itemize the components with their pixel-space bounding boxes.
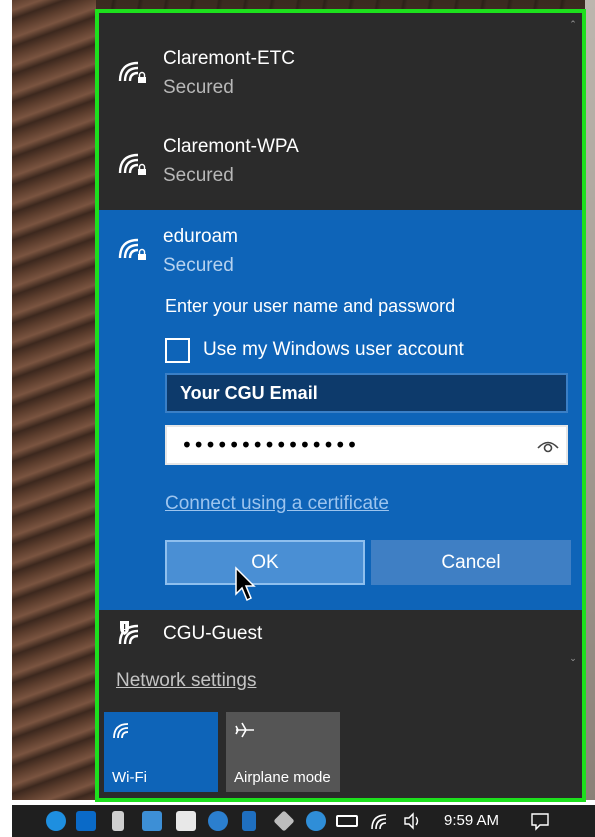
desktop-background-pier	[12, 0, 96, 800]
use-windows-account-row[interactable]: Use my Windows user account	[165, 337, 464, 363]
diamond-icon[interactable]	[273, 810, 295, 832]
wifi-shield-icon	[118, 621, 139, 645]
network-item-eduroam[interactable]: eduroam Secured Enter your user name and…	[99, 210, 582, 610]
arrow-icon[interactable]	[316, 815, 326, 827]
network-name: eduroam	[163, 226, 238, 247]
network-name: Claremont-WPA	[163, 136, 299, 157]
wifi-toggle-tile[interactable]: Wi-Fi	[104, 712, 218, 792]
mouse-cursor-icon	[235, 566, 256, 602]
network-name: Claremont-ETC	[163, 48, 295, 69]
notification-icon[interactable]	[530, 811, 550, 831]
scroll-up-icon[interactable]: ⌃	[568, 19, 578, 29]
reveal-password-icon[interactable]	[536, 435, 560, 455]
bluetooth-icon[interactable]	[242, 811, 256, 831]
outlook-icon[interactable]	[76, 811, 96, 831]
connect-certificate-link[interactable]: Connect using a certificate	[165, 493, 389, 515]
tile-label: Airplane mode	[234, 769, 331, 786]
clock-time[interactable]: 9:59 AM	[444, 812, 499, 829]
network-status: Secured	[163, 77, 234, 98]
network-item-claremont-wpa[interactable]: Claremont-WPA Secured	[99, 131, 582, 221]
use-windows-account-checkbox[interactable]	[165, 337, 190, 363]
credentials-prompt: Enter your user name and password	[165, 296, 456, 316]
wifi-icon[interactable]	[370, 811, 390, 831]
network-settings-link[interactable]: Network settings	[116, 670, 256, 692]
usb-icon[interactable]	[112, 811, 124, 831]
wifi-secured-icon	[118, 238, 148, 261]
password-field[interactable]: •••••••••••••••	[165, 425, 568, 465]
cancel-button[interactable]: Cancel	[371, 540, 571, 585]
tile-label: Wi-Fi	[112, 769, 147, 786]
network-item-claremont-etc[interactable]: Claremont-ETC Secured	[99, 43, 582, 133]
network-status: Secured	[163, 255, 234, 276]
sync-icon[interactable]	[208, 811, 228, 831]
desktop-background-edge	[585, 0, 595, 800]
network-flyout: ⌃ ⌄ Claremont-ETC Secured Claremont-WPA …	[95, 9, 586, 802]
ok-button[interactable]: OK	[165, 540, 365, 585]
network-status: Secured	[163, 165, 234, 186]
password-value: •••••••••••••••	[181, 433, 358, 457]
network-item-cgu-guest[interactable]: CGU-Guest	[99, 610, 582, 660]
battery-icon[interactable]	[336, 815, 358, 827]
username-field[interactable]: Your CGU Email	[165, 373, 568, 413]
defender-icon[interactable]	[176, 811, 196, 831]
use-windows-account-label: Use my Windows user account	[203, 339, 464, 360]
airplane-icon	[235, 722, 254, 738]
volume-icon[interactable]	[402, 811, 422, 831]
wifi-secured-icon	[118, 153, 148, 176]
taskbar: 9:59 AM	[12, 805, 595, 837]
airplane-mode-tile[interactable]: Airplane mode	[226, 712, 340, 792]
wifi-secured-icon	[118, 61, 148, 84]
wifi-icon	[113, 723, 129, 739]
network-name: CGU-Guest	[163, 623, 263, 644]
skype-icon[interactable]	[46, 811, 66, 831]
app-icon[interactable]	[142, 811, 162, 831]
